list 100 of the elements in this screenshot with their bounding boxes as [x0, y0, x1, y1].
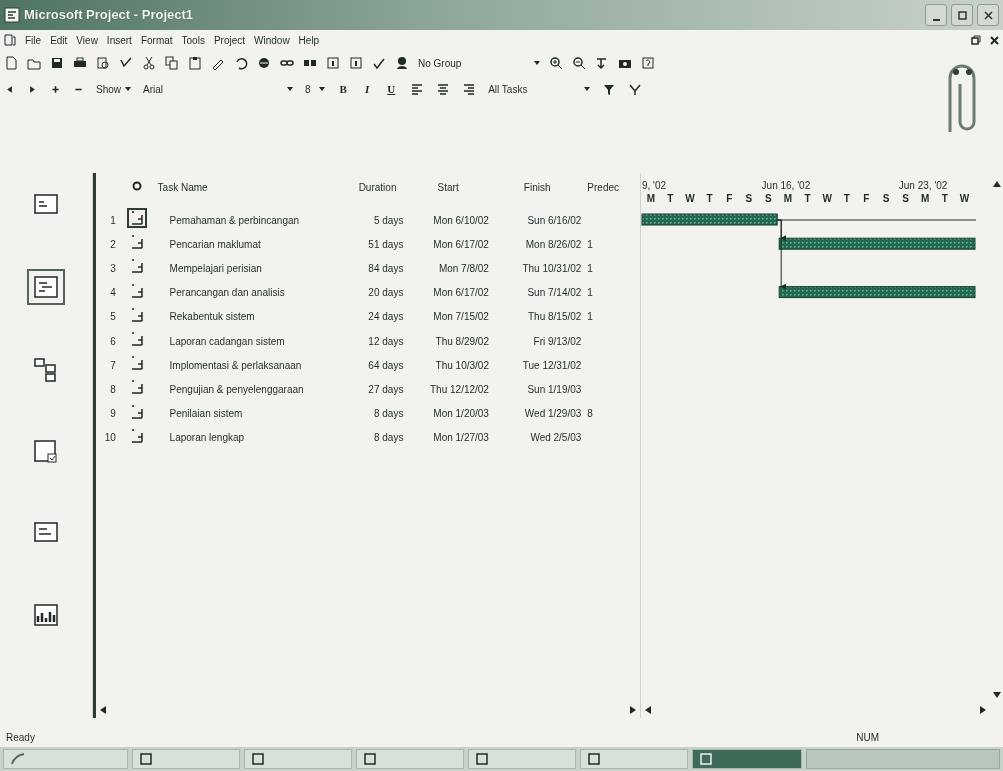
timescale-day-label: M: [921, 193, 930, 204]
scroll-left-icon[interactable]: [100, 705, 106, 714]
close-icon[interactable]: [990, 35, 999, 45]
align-right-icon[interactable]: [462, 82, 477, 96]
menu-item[interactable]: Edit: [50, 32, 68, 48]
center-icon[interactable]: [436, 82, 451, 96]
gantt-view-button[interactable]: [27, 269, 65, 305]
predecessor-cell-text: 1: [586, 237, 594, 252]
start-date-cell-text: Thu 8/29/02: [434, 334, 490, 349]
group-dropdown[interactable]: No Group: [418, 55, 540, 71]
show-subtasks-icon[interactable]: [50, 83, 61, 95]
scroll-right-icon[interactable]: [630, 705, 636, 714]
zoom-in-icon[interactable]: [549, 56, 563, 70]
globe-icon[interactable]: [257, 56, 271, 70]
row-number: 9: [109, 407, 117, 422]
task-information-icon[interactable]: [326, 56, 340, 70]
cut-icon[interactable]: [142, 56, 156, 70]
undo-icon[interactable]: [234, 56, 248, 70]
open-folder-icon[interactable]: [27, 56, 41, 70]
menu-item[interactable]: File: [25, 32, 42, 48]
column-header[interactable]: Task Name: [157, 182, 208, 193]
save-icon[interactable]: [50, 56, 64, 70]
underline-button[interactable]: U: [384, 80, 399, 98]
print-icon[interactable]: [73, 56, 87, 70]
taskbar-button[interactable]: [244, 749, 352, 769]
spelling-icon[interactable]: [119, 56, 133, 70]
task-name-cell-text: Laporan cadangan sistem: [168, 334, 286, 349]
timescale-week-label: Jun 23, '02: [898, 180, 948, 191]
row-number: 8: [109, 382, 117, 397]
filter-dropdown[interactable]: All Tasks: [488, 81, 591, 97]
duration-cell-text: 84 days: [367, 261, 405, 276]
column-header[interactable]: Finish: [523, 182, 551, 193]
scroll-right-icon[interactable]: [980, 705, 986, 714]
font-dropdown[interactable]: Arial: [143, 81, 293, 97]
minimize-button[interactable]: [925, 4, 947, 26]
window-icon: [139, 752, 153, 766]
timescale-day-label: S: [882, 193, 890, 204]
document-icon[interactable]: [4, 34, 16, 46]
duration-cell-text: 20 days: [367, 286, 405, 301]
zoom-out-icon[interactable]: [572, 56, 586, 70]
timescale-day-label: M: [646, 193, 655, 204]
taskbar-button[interactable]: [692, 749, 802, 769]
window-icon: [475, 752, 489, 766]
assign-resources-icon[interactable]: [395, 56, 409, 70]
go-to-task-icon[interactable]: [595, 56, 609, 70]
paste-icon[interactable]: [188, 56, 202, 70]
menu-item[interactable]: Format: [140, 32, 173, 48]
timescale-day-label: W: [959, 193, 970, 204]
start-date-cell-text: Mon 6/17/02: [432, 286, 490, 301]
usage-view-icon: [32, 438, 60, 464]
check-icon[interactable]: [372, 56, 386, 70]
menu-item[interactable]: Window: [254, 32, 290, 48]
timescale-day-label: F: [726, 193, 733, 204]
column-header[interactable]: Predec: [587, 182, 620, 193]
row-number: 1: [109, 213, 117, 228]
start-date-cell-text: Mon 7/8/02: [437, 261, 490, 276]
menu-item[interactable]: View: [76, 32, 98, 48]
scroll-down-icon[interactable]: [992, 692, 1001, 698]
italic-button[interactable]: I: [361, 80, 373, 98]
window-icon: [363, 752, 377, 766]
row-number: 6: [109, 334, 117, 349]
menu-item[interactable]: Insert: [106, 32, 132, 48]
close-button[interactable]: [977, 4, 999, 26]
menu-item[interactable]: Help: [298, 32, 320, 48]
new-document-icon[interactable]: [4, 56, 18, 70]
maximize-button[interactable]: [951, 4, 973, 26]
column-header[interactable]: Duration: [358, 182, 397, 193]
align-left-icon[interactable]: [410, 82, 425, 96]
task-bar[interactable]: [641, 213, 778, 226]
finish-date-cell-text: Sun 7/14/02: [526, 286, 583, 301]
task-name-cell-text: Pemahaman & perbincangan: [168, 213, 301, 228]
timescale-day-label: S: [902, 193, 909, 204]
task-name-cell-text: Rekabentuk sistem: [168, 310, 256, 325]
task-bar[interactable]: [778, 286, 976, 299]
print-preview-icon[interactable]: [96, 56, 110, 70]
taskbar-button[interactable]: [356, 749, 464, 769]
taskbar-button[interactable]: [468, 749, 576, 769]
taskbar-button[interactable]: [132, 749, 240, 769]
num-lock-indicator: NUM: [856, 730, 879, 745]
menu-item[interactable]: Tools: [181, 32, 205, 48]
column-header[interactable]: Start: [437, 182, 459, 193]
taskbar-button[interactable]: [580, 749, 688, 769]
bold-button[interactable]: B: [336, 80, 350, 98]
start-button[interactable]: [3, 749, 128, 769]
status-text: Ready: [6, 730, 35, 745]
restore-icon[interactable]: [971, 35, 981, 45]
timescale-day-label: T: [843, 193, 850, 204]
menu-item[interactable]: Project: [213, 32, 246, 48]
show-button[interactable]: Show: [96, 81, 131, 97]
scroll-left-icon[interactable]: [645, 705, 651, 714]
scroll-up-icon[interactable]: [992, 181, 1001, 187]
task-bar[interactable]: [778, 237, 976, 250]
autofilter-icon[interactable]: [628, 82, 643, 96]
copy-icon[interactable]: [165, 56, 179, 70]
filter-icon[interactable]: [602, 82, 617, 96]
timescale-week-label: Jun 16, '02: [761, 180, 811, 191]
duration-cell-text: 24 days: [367, 310, 405, 325]
help-icon[interactable]: [641, 56, 655, 70]
font-size-dropdown[interactable]: 8: [305, 81, 325, 97]
duration-cell-text: 5 days: [372, 213, 405, 228]
